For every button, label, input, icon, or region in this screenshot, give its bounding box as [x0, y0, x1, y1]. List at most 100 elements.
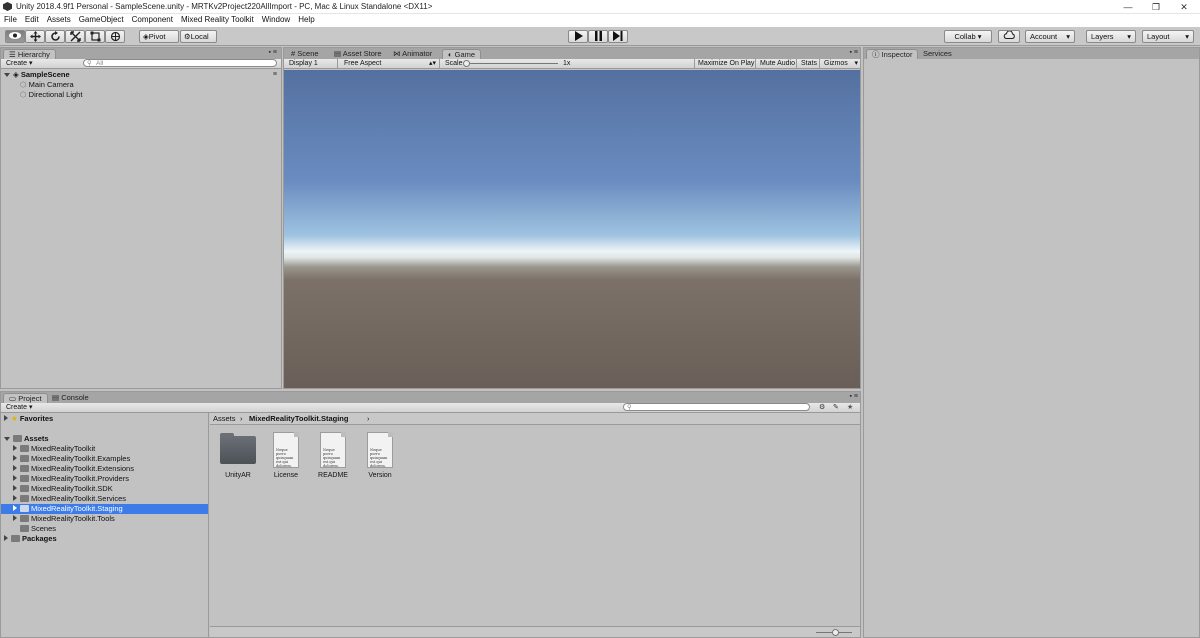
- tab-game[interactable]: ◐ Game: [442, 49, 482, 59]
- folder-row[interactable]: Scenes: [20, 524, 56, 534]
- tab-hierarchy[interactable]: ☰ Hierarchy: [3, 49, 56, 59]
- account-dropdown[interactable]: Account ▾: [1025, 30, 1075, 43]
- layout-label: Layout: [1147, 32, 1170, 41]
- text-file-icon: Neque porro quisquam est qui dolorem.: [273, 432, 299, 468]
- tab-scene-label: Scene: [297, 49, 319, 58]
- rotate-tool-icon[interactable]: [45, 30, 65, 43]
- move-tool-icon[interactable]: [25, 30, 45, 43]
- folder-row[interactable]: MixedRealityToolkit.Tools: [13, 514, 115, 524]
- tab-animator[interactable]: ⋈ Animator: [388, 49, 437, 59]
- expand-triangle-icon: [4, 535, 8, 541]
- main-toolbar: ◈Pivot ⚙Local Collab ▾ Account ▾ Layers ▾ …: [0, 27, 1200, 46]
- layout-dropdown[interactable]: Layout ▾: [1142, 30, 1194, 43]
- local-toggle[interactable]: ⚙Local: [180, 30, 217, 43]
- game-icon: ◐: [448, 50, 453, 59]
- display-dropdown[interactable]: Display 1: [286, 59, 338, 68]
- favorite-star-icon[interactable]: ★: [847, 403, 853, 411]
- play-button[interactable]: [568, 30, 588, 43]
- assets-root-row[interactable]: Assets: [4, 434, 49, 444]
- expand-triangle-icon: [13, 465, 17, 471]
- hierarchy-search-input[interactable]: ⚲ All: [83, 59, 277, 67]
- layers-dropdown[interactable]: Layers ▾: [1086, 30, 1136, 43]
- icon-size-slider[interactable]: [832, 629, 839, 636]
- hierarchy-toolbar: Create ▾ ⚲ All: [1, 59, 281, 69]
- menu-file[interactable]: File: [0, 14, 21, 24]
- folder-row[interactable]: MixedRealityToolkit.Services: [13, 494, 126, 504]
- panel-menu-icon[interactable]: ▪ ≡: [849, 393, 858, 400]
- scene-menu-icon[interactable]: ≡: [273, 71, 277, 78]
- menu-window[interactable]: Window: [258, 14, 294, 24]
- tab-services[interactable]: Services: [918, 49, 957, 59]
- panel-menu-icon[interactable]: ▪ ≡: [268, 49, 277, 56]
- hierarchy-item[interactable]: ⬡ Main Camera: [20, 80, 74, 90]
- game-viewport[interactable]: [284, 70, 860, 388]
- menu-component[interactable]: Component: [128, 14, 177, 24]
- favorites-label: Favorites: [19, 414, 54, 423]
- step-button[interactable]: [608, 30, 628, 43]
- tab-asset-store[interactable]: ▤ Asset Store: [329, 49, 387, 59]
- gizmos-dropdown[interactable]: Gizmos ▾: [821, 59, 859, 68]
- asset-item[interactable]: Neque porro quisquam est qui dolorem. Ve…: [356, 432, 404, 479]
- tab-console[interactable]: ▤ Console: [47, 393, 94, 403]
- breadcrumb-current[interactable]: MixedRealityToolkit.Staging: [249, 414, 348, 424]
- collab-dropdown[interactable]: Collab ▾: [944, 30, 992, 43]
- favorites-row[interactable]: ★ Favorites: [4, 414, 53, 424]
- pause-button[interactable]: [588, 30, 608, 43]
- hierarchy-create-button[interactable]: Create ▾: [3, 59, 39, 68]
- asset-item[interactable]: Neque porro quisquam est qui dolorem. RE…: [309, 432, 357, 479]
- menu-mixed-reality-toolkit[interactable]: Mixed Reality Toolkit: [177, 14, 258, 24]
- aspect-dropdown[interactable]: Free Aspect ▴▾: [341, 59, 440, 68]
- project-search-input[interactable]: ⚲: [623, 403, 810, 411]
- expand-triangle-icon: [13, 445, 17, 451]
- cloud-button[interactable]: [998, 30, 1020, 43]
- filter-type-icon[interactable]: ⚙: [819, 403, 825, 411]
- menu-help[interactable]: Help: [294, 14, 318, 24]
- close-button[interactable]: ✕: [1170, 0, 1198, 14]
- project-create-button[interactable]: Create ▾: [3, 403, 39, 412]
- packages-row[interactable]: Packages: [4, 534, 57, 544]
- folder-row[interactable]: MixedRealityToolkit.Extensions: [13, 464, 134, 474]
- search-icon: ⚲: [87, 60, 92, 67]
- folder-row-selected[interactable]: MixedRealityToolkit.Staging: [1, 504, 208, 514]
- project-tab-row: ▭ Project ▤ Console ▪ ≡: [1, 392, 860, 403]
- folder-icon: [11, 535, 20, 542]
- mute-audio-toggle[interactable]: Mute Audio: [757, 59, 797, 68]
- maximize-button[interactable]: ❐: [1142, 0, 1170, 14]
- view-tool-eye-icon[interactable]: [5, 30, 25, 43]
- tab-game-label: Game: [454, 50, 476, 59]
- scene-root-row[interactable]: ◈ SampleScene: [4, 70, 70, 80]
- tab-hierarchy-label: Hierarchy: [17, 50, 50, 59]
- menu-assets[interactable]: Assets: [43, 14, 75, 24]
- filter-label-icon[interactable]: ✎: [833, 403, 839, 411]
- breadcrumb-separator-icon: ›: [240, 414, 243, 423]
- tab-inspector[interactable]: ⓘ Inspector: [866, 49, 919, 59]
- folder-row[interactable]: MixedRealityToolkit.Providers: [13, 474, 129, 484]
- breadcrumb-assets[interactable]: Assets: [213, 414, 236, 424]
- scale-handle[interactable]: [463, 60, 470, 67]
- folder-icon: [20, 515, 29, 522]
- pivot-toggle[interactable]: ◈Pivot: [139, 30, 179, 43]
- menu-gameobject[interactable]: GameObject: [75, 14, 128, 24]
- grid-icon: #: [291, 49, 296, 58]
- tab-project[interactable]: ▭ Project: [3, 393, 48, 403]
- menu-edit[interactable]: Edit: [21, 14, 43, 24]
- scale-slider[interactable]: Scale 1x: [442, 59, 577, 68]
- asset-item[interactable]: Neque porro quisquam est qui dolorem. Li…: [262, 432, 310, 479]
- scale-tool-icon[interactable]: [65, 30, 85, 43]
- panel-menu-icon[interactable]: ▪ ≡: [849, 49, 858, 56]
- transform-tool-icon[interactable]: [105, 30, 125, 43]
- rect-tool-icon[interactable]: [85, 30, 105, 43]
- chevron-down-icon: ▴▾: [428, 60, 436, 67]
- folder-row[interactable]: MixedRealityToolkit.Examples: [13, 454, 130, 464]
- folder-row[interactable]: MixedRealityToolkit: [13, 444, 95, 454]
- tab-scene[interactable]: # Scene: [286, 49, 324, 59]
- breadcrumb: Assets › MixedRealityToolkit.Staging ›: [210, 413, 860, 425]
- stats-toggle[interactable]: Stats: [798, 59, 820, 68]
- hierarchy-item[interactable]: ⬡ Directional Light: [20, 90, 82, 100]
- folder-icon: [20, 475, 29, 482]
- maximize-on-play-toggle[interactable]: Maximize On Play: [694, 59, 756, 68]
- minimize-button[interactable]: —: [1114, 0, 1142, 14]
- folder-row[interactable]: MixedRealityToolkit.SDK: [13, 484, 113, 494]
- asset-item[interactable]: UnityAR: [214, 432, 262, 479]
- project-bottom-bar: [210, 626, 860, 637]
